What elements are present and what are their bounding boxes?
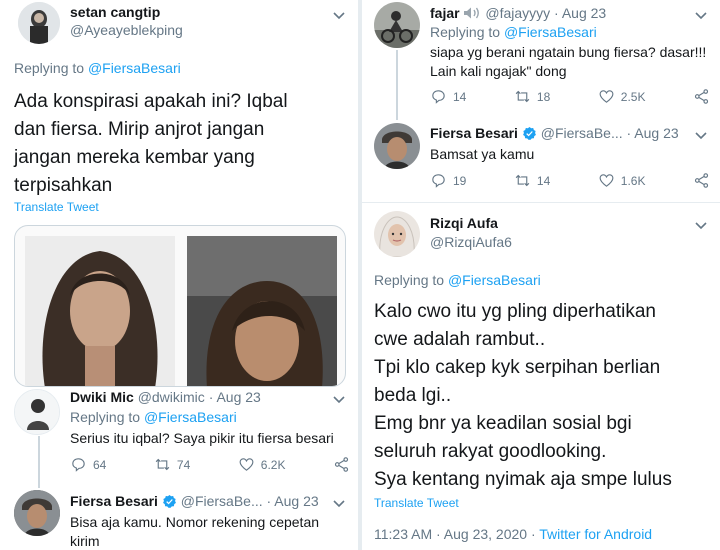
left-screenshot: setan cangtip @Ayeayeblekping Replying t… <box>0 0 358 550</box>
mention-link[interactable]: @FiersaBesari <box>448 272 541 288</box>
like-button[interactable]: 6.2K <box>238 456 285 473</box>
tweet-meta: 11:23 AM · Aug 23, 2020 · Twitter for An… <box>374 526 652 542</box>
avatar[interactable] <box>374 2 420 48</box>
right-screenshot: fajar @fajayyyy · Aug 23 Replying to @Fi… <box>362 0 720 550</box>
action-bar: 14 18 2.5K <box>430 88 710 105</box>
verified-icon <box>162 494 176 508</box>
retweet-button[interactable]: 18 <box>514 88 550 105</box>
replying-to: Replying to @FiersaBesari <box>14 60 181 76</box>
mention-link[interactable]: @FiersaBesari <box>88 60 181 76</box>
reply-text: Serius itu iqbal? Saya pikir itu fiersa … <box>70 430 334 446</box>
chevron-down-icon[interactable] <box>694 8 708 22</box>
author-handle[interactable]: @RizqiAufa6 <box>430 234 512 250</box>
mention-link[interactable]: @FiersaBesari <box>144 409 237 425</box>
retweet-icon <box>515 90 530 103</box>
tweet-timestamp[interactable]: 11:23 AM · Aug 23, 2020 · <box>374 526 539 542</box>
author-name[interactable]: fajar <box>430 5 460 21</box>
retweet-icon <box>155 458 170 471</box>
retweet-button[interactable]: 14 <box>514 172 550 189</box>
author-handle[interactable]: @Ayeayeblekping <box>70 22 183 38</box>
verified-icon <box>522 126 536 140</box>
chevron-down-icon[interactable] <box>332 8 346 22</box>
author-name[interactable]: Fiersa Besari <box>430 125 518 141</box>
tweet-date[interactable]: · Aug 23 <box>267 493 319 509</box>
like-icon <box>599 90 614 103</box>
reply-header: Dwiki Mic @dwikimic · Aug 23 <box>70 389 261 405</box>
tweet-text: Kalo cwo itu yg pling diperhatikan cwe a… <box>374 301 672 490</box>
reply-icon <box>432 90 445 104</box>
reply-button[interactable]: 14 <box>430 88 466 105</box>
author-name[interactable]: setan cangtip <box>70 4 160 20</box>
share-icon <box>334 457 349 472</box>
like-button[interactable]: 1.6K <box>598 172 645 189</box>
chevron-down-icon[interactable] <box>332 392 346 406</box>
author-handle[interactable]: @dwikimic <box>138 389 205 405</box>
speaker-icon <box>464 7 480 19</box>
retweet-button[interactable]: 74 <box>154 456 190 473</box>
author-name[interactable]: Dwiki Mic <box>70 389 134 405</box>
avatar[interactable] <box>14 389 60 435</box>
author-handle[interactable]: @FiersaBe... <box>181 493 263 509</box>
tweet-date[interactable]: · Aug 23 <box>627 125 679 141</box>
reply-text: Bamsat ya kamu <box>430 146 535 162</box>
tweet-date[interactable]: · Aug 23 <box>209 389 261 405</box>
translate-link[interactable]: Translate Tweet <box>374 496 459 510</box>
translate-link[interactable]: Translate Tweet <box>14 200 99 214</box>
reply-header: Fiersa Besari @FiersaBe... · Aug 23 <box>430 125 679 141</box>
separator <box>362 202 720 203</box>
action-bar: 64 74 6.2K <box>70 456 350 473</box>
photo-right[interactable] <box>187 236 337 387</box>
avatar[interactable] <box>374 123 420 169</box>
photo-left[interactable] <box>25 236 175 387</box>
mention-link[interactable]: @FiersaBesari <box>504 24 597 40</box>
retweet-icon <box>515 174 530 187</box>
reply-button[interactable]: 19 <box>430 172 466 189</box>
tweet-text: Ada konspirasi apakah ini? Iqbal dan fie… <box>14 91 288 196</box>
avatar[interactable] <box>374 211 420 257</box>
thread-line <box>396 50 398 120</box>
tweet-date[interactable]: · Aug 23 <box>554 5 606 21</box>
tweet-source-link[interactable]: Twitter for Android <box>539 526 652 542</box>
share-icon <box>694 173 709 188</box>
avatar[interactable] <box>18 2 60 44</box>
action-bar: 19 14 1.6K <box>430 172 710 189</box>
like-icon <box>239 458 254 471</box>
chevron-down-icon[interactable] <box>694 218 708 232</box>
author-name[interactable]: Fiersa Besari <box>70 493 158 509</box>
replying-to: Replying to @FiersaBesari <box>374 272 541 288</box>
author-handle[interactable]: @FiersaBe... <box>541 125 623 141</box>
chevron-down-icon[interactable] <box>332 496 346 510</box>
reply-header: Fiersa Besari @FiersaBe... · Aug 23 <box>70 493 319 509</box>
share-icon <box>694 89 709 104</box>
reply-icon <box>72 458 85 472</box>
avatar[interactable] <box>14 490 60 536</box>
chevron-down-icon[interactable] <box>694 128 708 142</box>
media-card[interactable] <box>14 225 346 387</box>
reply-text: siapa yg berani ngatain bung fiersa? das… <box>430 44 707 79</box>
reply-icon <box>432 174 445 188</box>
thread-line <box>38 436 40 488</box>
author-name[interactable]: Rizqi Aufa <box>430 215 498 231</box>
share-button[interactable] <box>333 456 350 473</box>
reply-header: fajar @fajayyyy · Aug 23 <box>430 5 606 21</box>
replying-to: Replying to @FiersaBesari <box>430 24 597 40</box>
share-button[interactable] <box>693 172 710 189</box>
reply-button[interactable]: 64 <box>70 456 106 473</box>
like-button[interactable]: 2.5K <box>598 88 645 105</box>
like-icon <box>599 174 614 187</box>
author-handle[interactable]: @fajayyyy <box>485 5 550 21</box>
replying-to: Replying to @FiersaBesari <box>70 409 237 425</box>
share-button[interactable] <box>693 88 710 105</box>
reply-text: Bisa aja kamu. Nomor rekening cepetan ki… <box>70 514 320 549</box>
